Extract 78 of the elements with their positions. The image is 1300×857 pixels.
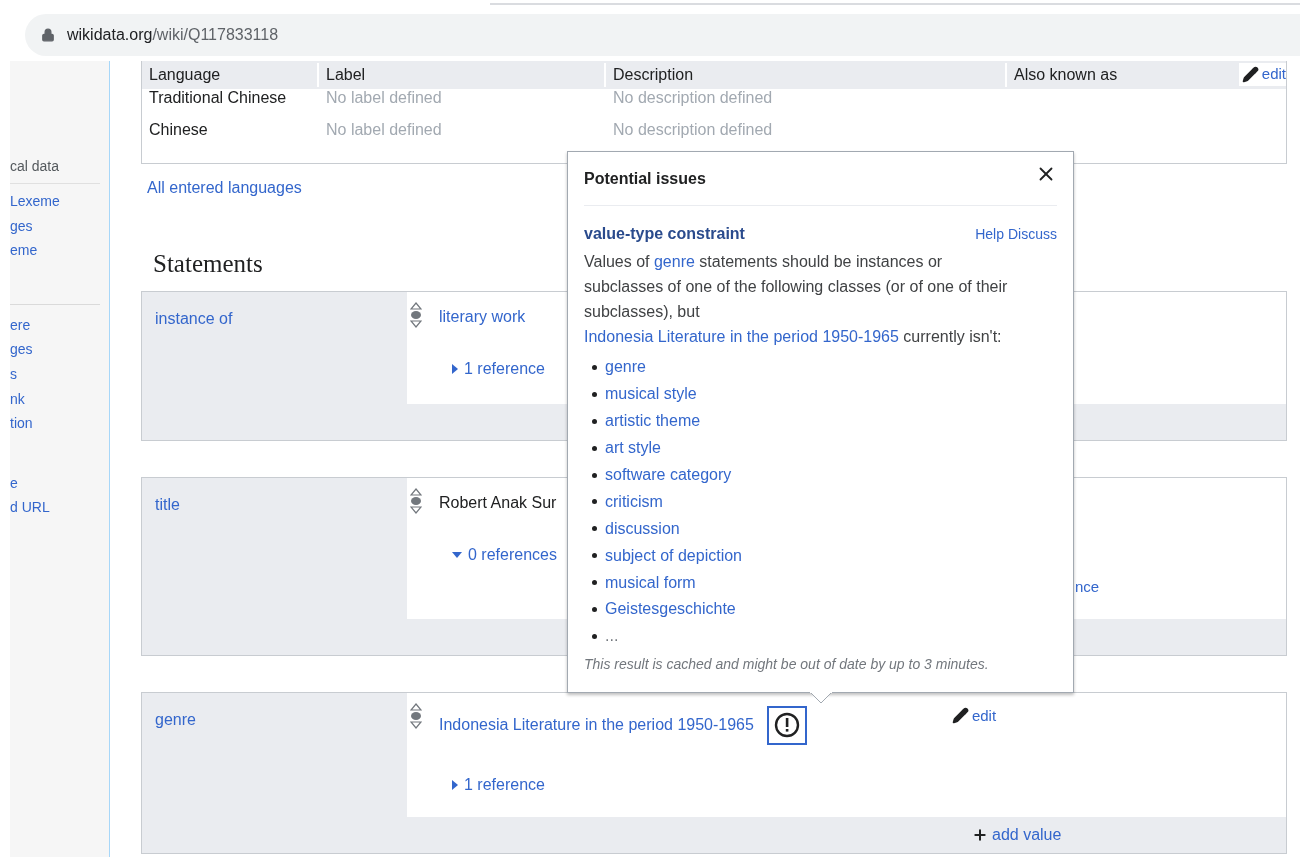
sidebar-link[interactable]: ges xyxy=(10,214,109,240)
help-link[interactable]: Help xyxy=(975,223,1004,245)
more-text: ... xyxy=(605,626,619,647)
rank-selector-icon[interactable] xyxy=(410,702,422,729)
discuss-link[interactable]: Discuss xyxy=(1008,223,1057,245)
class-link[interactable]: genre xyxy=(605,355,646,380)
property-link[interactable]: instance of xyxy=(155,309,233,327)
bullet-icon xyxy=(592,580,597,586)
description-cell-text: No description defined xyxy=(612,89,774,107)
url-text: wikidata.org/wiki/Q117833118 xyxy=(67,25,279,45)
value-link[interactable]: literary work xyxy=(439,304,526,329)
value-link[interactable]: Indonesia Literature in the period 1950-1965 xyxy=(439,713,754,737)
add-reference-link[interactable]: nce xyxy=(1075,575,1100,598)
sidebar-link[interactable]: e xyxy=(10,471,109,497)
sidebar-link[interactable]: nk xyxy=(10,387,100,413)
popup-title: Potential issues xyxy=(584,169,706,189)
inline-link[interactable]: Indonesia Literature in the period xyxy=(584,328,823,345)
class-link[interactable]: musical form xyxy=(605,570,696,595)
class-link[interactable]: musical style xyxy=(605,382,697,407)
sidebar-link[interactable]: tion xyxy=(10,412,100,437)
sidebar-link[interactable]: d URL xyxy=(10,496,109,521)
sidebar-link[interactable]: ges xyxy=(10,338,100,363)
edit-link[interactable]: edit xyxy=(1238,63,1286,86)
bullet-icon xyxy=(592,633,597,639)
description-cell-text: No description defined xyxy=(612,120,774,140)
language-cell-text: Chinese xyxy=(148,120,209,140)
class-link[interactable]: Geistesgeschichte xyxy=(605,597,736,622)
references-toggle[interactable]: 1 reference xyxy=(464,356,545,381)
class-link[interactable]: discussion xyxy=(605,516,680,541)
bullet-icon xyxy=(592,472,597,478)
rank-selector-icon[interactable] xyxy=(410,301,422,328)
sidebar-link[interactable]: Lexeme xyxy=(10,190,109,215)
bullet-icon xyxy=(592,418,597,424)
rank-selector-icon[interactable] xyxy=(410,487,422,514)
bullet-icon xyxy=(592,364,597,370)
bullet-icon xyxy=(592,606,597,612)
bullet-icon xyxy=(592,553,597,559)
class-link[interactable]: software category xyxy=(605,463,732,487)
sidebar-heading: cal data xyxy=(10,156,100,184)
warning-button[interactable] xyxy=(766,705,807,745)
bullet-icon xyxy=(592,499,597,505)
inline-link[interactable]: genre xyxy=(653,253,695,270)
column-header: Label xyxy=(317,63,604,87)
bullet-icon xyxy=(592,391,597,397)
column-header: Language xyxy=(148,65,222,85)
add-value-link[interactable]: add value xyxy=(972,822,1062,847)
class-link[interactable]: artistic theme xyxy=(605,409,701,434)
sidebar-link[interactable]: ere xyxy=(10,313,100,339)
edit-link[interactable]: edit xyxy=(951,702,997,727)
pencil-icon xyxy=(1241,65,1259,83)
references-toggle[interactable]: 1 reference xyxy=(464,772,545,797)
inline-link[interactable]: 1950-1965 xyxy=(822,328,899,345)
address-bar[interactable]: wikidata.org/wiki/Q117833118 xyxy=(25,14,1300,56)
class-link[interactable]: subject of depiction xyxy=(605,543,742,568)
label-cell-text: No label defined xyxy=(325,89,443,107)
property-link[interactable]: genre xyxy=(155,710,196,728)
constraint-message: Values of genre statements should be instances or subclasses of one of the following classes (or of one of their subclasses), but Indonesia Literature in the period 1950-1965 currently isn't: xyxy=(584,252,1009,347)
references-toggle[interactable]: 0 references xyxy=(468,542,557,567)
value-text: Robert Anak Sur xyxy=(439,492,557,513)
bullet-icon xyxy=(592,526,597,532)
section-heading: Statements xyxy=(153,249,263,279)
pencil-icon xyxy=(951,707,969,725)
alert-icon xyxy=(773,712,800,738)
lock-icon xyxy=(41,28,55,42)
class-link[interactable]: criticism xyxy=(605,489,663,514)
plus-icon xyxy=(972,826,988,843)
bullet-icon xyxy=(592,445,597,451)
class-link[interactable]: art style xyxy=(605,436,661,461)
sidebar-link[interactable]: eme xyxy=(10,239,109,264)
cache-note: This result is cached and might be out of date by up to 3 minutes. xyxy=(584,654,990,674)
column-header: Also known as xyxy=(1005,63,1225,87)
column-header: Description xyxy=(604,63,1005,87)
property-link[interactable]: title xyxy=(155,495,180,513)
label-cell-text: No label defined xyxy=(325,120,443,140)
constraint-title-link[interactable]: value-type constraint xyxy=(584,222,745,246)
language-cell-text: Traditional Chinese xyxy=(148,89,288,107)
sidebar-link[interactable]: s xyxy=(10,362,100,388)
all-languages-link[interactable]: All entered languages xyxy=(147,176,302,200)
